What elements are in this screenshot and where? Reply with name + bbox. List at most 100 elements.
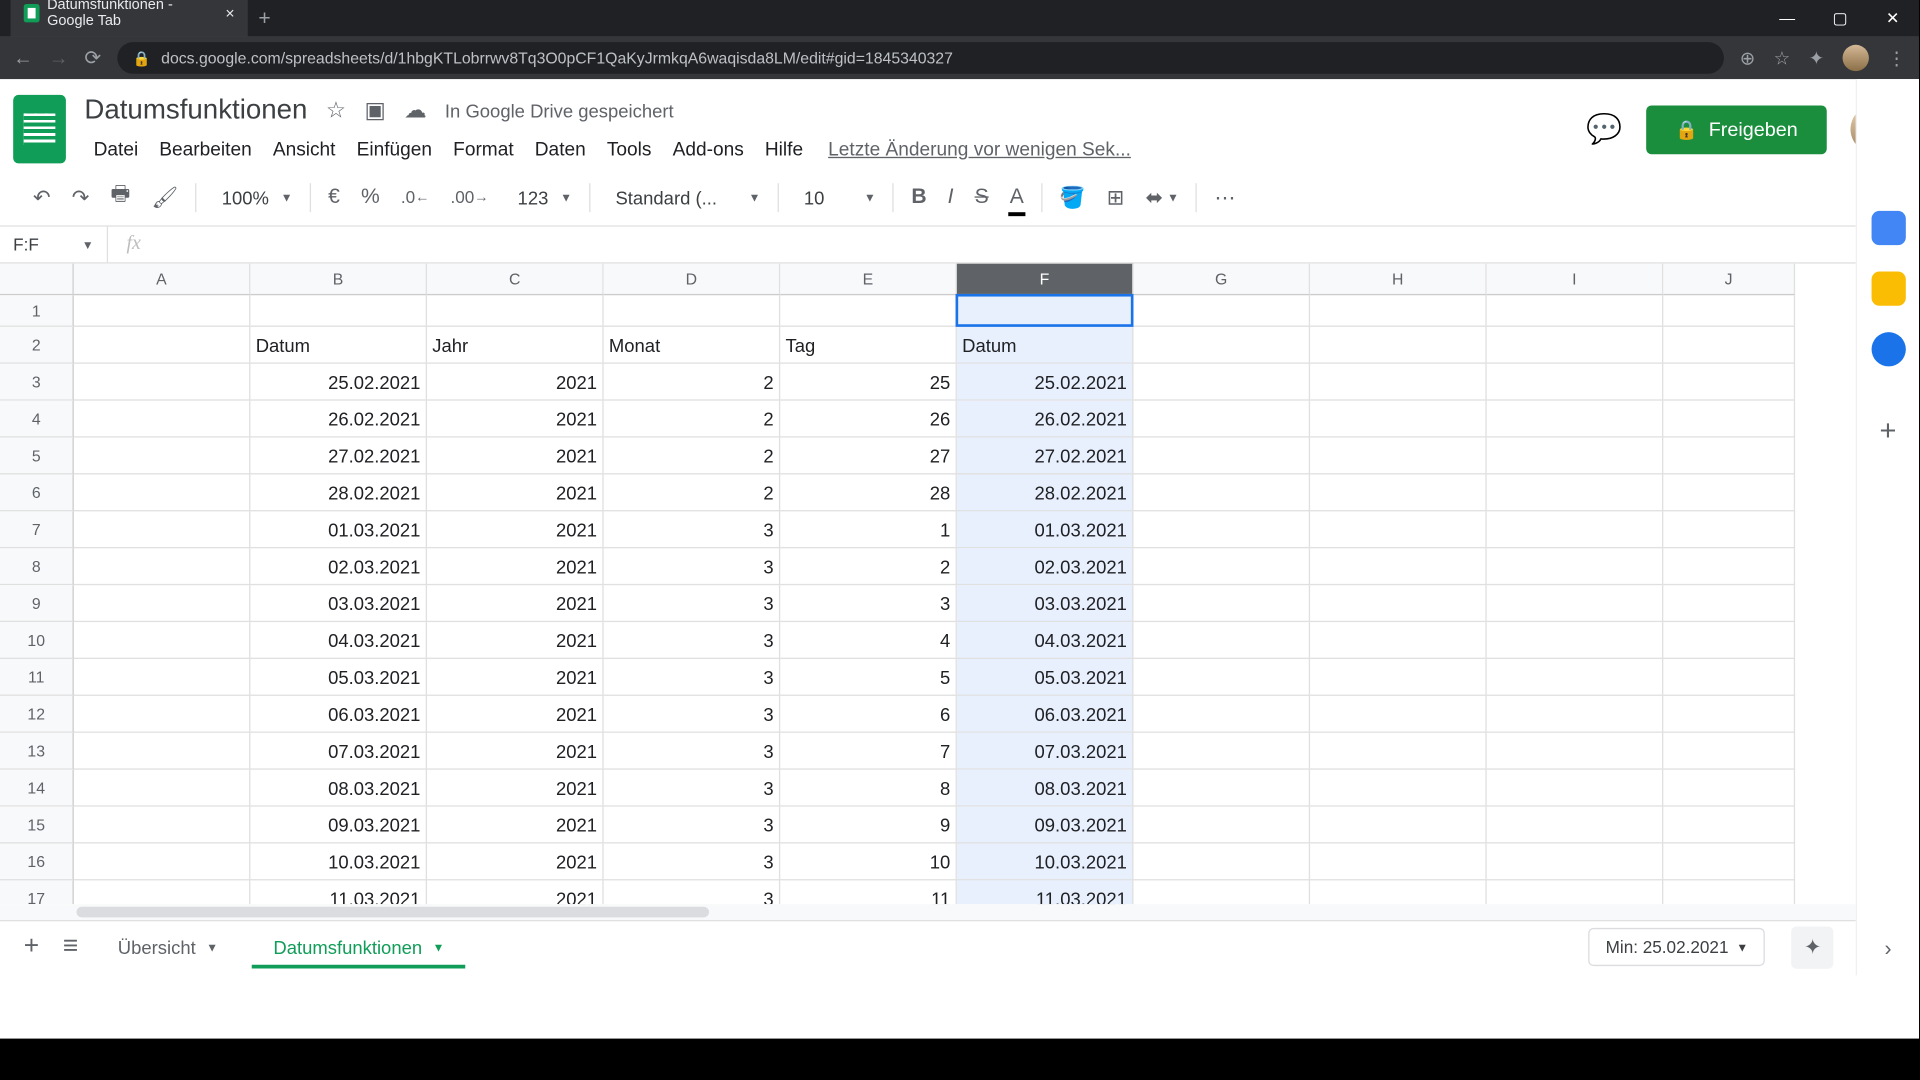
cell[interactable]: 2021 — [427, 659, 604, 696]
cell[interactable] — [74, 511, 251, 548]
cell[interactable] — [250, 295, 427, 327]
cell[interactable]: 10 — [780, 844, 957, 881]
cell[interactable] — [1487, 548, 1664, 585]
cell[interactable] — [1663, 474, 1795, 511]
cell[interactable] — [1663, 659, 1795, 696]
url-input[interactable]: 🔒 docs.google.com/spreadsheets/d/1hbgKTL… — [117, 42, 1724, 74]
cell[interactable]: 02.03.2021 — [250, 548, 427, 585]
cell[interactable] — [1133, 622, 1310, 659]
cell[interactable] — [1487, 585, 1664, 622]
cell[interactable]: 4 — [780, 622, 957, 659]
cell[interactable]: 01.03.2021 — [250, 511, 427, 548]
cell[interactable]: 25.02.2021 — [957, 364, 1134, 401]
cell[interactable]: 3 — [604, 622, 781, 659]
row-header[interactable]: 5 — [0, 438, 74, 475]
cell[interactable]: 28.02.2021 — [250, 474, 427, 511]
cell[interactable] — [1310, 733, 1487, 770]
cell[interactable]: 11 — [780, 880, 957, 904]
row-header[interactable]: 11 — [0, 659, 74, 696]
cell[interactable]: 3 — [604, 659, 781, 696]
share-button[interactable]: 🔒 Freigeben — [1646, 105, 1827, 154]
cell[interactable]: 09.03.2021 — [250, 807, 427, 844]
row-header[interactable]: 10 — [0, 622, 74, 659]
cell[interactable] — [1663, 295, 1795, 327]
cell[interactable] — [1310, 622, 1487, 659]
cell[interactable]: 3 — [604, 585, 781, 622]
cell[interactable] — [1487, 474, 1664, 511]
cell[interactable]: 08.03.2021 — [957, 770, 1134, 807]
cell[interactable]: 09.03.2021 — [957, 807, 1134, 844]
cell[interactable]: 3 — [604, 880, 781, 904]
extensions-icon[interactable]: ✦ — [1809, 47, 1824, 69]
cell[interactable] — [1133, 438, 1310, 475]
cell[interactable] — [1133, 474, 1310, 511]
comments-icon[interactable]: 💬 — [1586, 112, 1622, 146]
cell[interactable]: 2 — [604, 474, 781, 511]
sheet-tab-datumsfunktionen[interactable]: Datumsfunktionen ▼ — [252, 926, 465, 968]
cell[interactable]: 2021 — [427, 438, 604, 475]
cell[interactable]: 3 — [604, 844, 781, 881]
cell[interactable]: Jahr — [427, 327, 604, 364]
cell[interactable] — [1487, 364, 1664, 401]
cell[interactable] — [957, 295, 1134, 327]
cell[interactable]: 1 — [780, 511, 957, 548]
menu-tools[interactable]: Tools — [598, 134, 661, 166]
cell[interactable]: 6 — [780, 696, 957, 733]
cell[interactable] — [1133, 511, 1310, 548]
add-addon-button[interactable]: + — [1880, 414, 1897, 448]
row-header[interactable]: 2 — [0, 327, 74, 364]
cell[interactable]: 06.03.2021 — [250, 696, 427, 733]
cell[interactable] — [1310, 295, 1487, 327]
calendar-icon[interactable] — [1871, 211, 1905, 245]
cell[interactable]: 3 — [604, 696, 781, 733]
row-header[interactable]: 16 — [0, 844, 74, 881]
cell[interactable]: 01.03.2021 — [957, 511, 1134, 548]
cell[interactable] — [1487, 622, 1664, 659]
cell[interactable] — [1310, 327, 1487, 364]
cell[interactable]: 2021 — [427, 548, 604, 585]
last-edit-link[interactable]: Letzte Änderung vor wenigen Sek... — [828, 140, 1131, 161]
cell[interactable] — [1487, 770, 1664, 807]
cell[interactable] — [74, 295, 251, 327]
new-tab-button[interactable]: + — [248, 3, 281, 37]
zoom-select[interactable]: 100%▼ — [205, 173, 302, 220]
cell[interactable]: 05.03.2021 — [250, 659, 427, 696]
cell[interactable]: 5 — [780, 659, 957, 696]
cell[interactable]: 27.02.2021 — [250, 438, 427, 475]
row-header[interactable]: 4 — [0, 401, 74, 438]
cell[interactable]: 8 — [780, 770, 957, 807]
cell[interactable] — [1133, 844, 1310, 881]
cell[interactable] — [427, 295, 604, 327]
menu-bearbeiten[interactable]: Bearbeiten — [150, 134, 261, 166]
cell[interactable]: 2021 — [427, 770, 604, 807]
select-all-corner[interactable] — [0, 264, 74, 296]
cell[interactable] — [74, 474, 251, 511]
cell[interactable]: Tag — [780, 327, 957, 364]
cell[interactable]: 27.02.2021 — [957, 438, 1134, 475]
cell[interactable]: 10.03.2021 — [957, 844, 1134, 881]
cell[interactable]: 26 — [780, 401, 957, 438]
cell[interactable]: 2 — [780, 548, 957, 585]
number-format-button[interactable]: 123▼ — [500, 173, 581, 220]
row-header[interactable]: 17 — [0, 880, 74, 904]
forward-button[interactable]: → — [49, 47, 69, 69]
row-header[interactable]: 9 — [0, 585, 74, 622]
horizontal-scrollbar[interactable] — [0, 904, 1919, 920]
cell[interactable] — [1133, 807, 1310, 844]
cell[interactable]: 2021 — [427, 696, 604, 733]
cell[interactable]: 02.03.2021 — [957, 548, 1134, 585]
cell[interactable]: 3 — [604, 511, 781, 548]
cell[interactable]: 2021 — [427, 364, 604, 401]
col-header-G[interactable]: G — [1133, 264, 1310, 296]
cell[interactable] — [1133, 327, 1310, 364]
cell[interactable] — [1487, 696, 1664, 733]
back-button[interactable]: ← — [13, 47, 33, 69]
cell[interactable] — [1663, 807, 1795, 844]
print-button[interactable]: 🖶 — [101, 171, 139, 222]
italic-button[interactable]: I — [938, 177, 962, 217]
cell[interactable] — [1133, 659, 1310, 696]
cell[interactable]: 2021 — [427, 401, 604, 438]
col-header-C[interactable]: C — [427, 264, 604, 296]
cell[interactable] — [1133, 401, 1310, 438]
col-header-F[interactable]: F — [957, 264, 1134, 296]
